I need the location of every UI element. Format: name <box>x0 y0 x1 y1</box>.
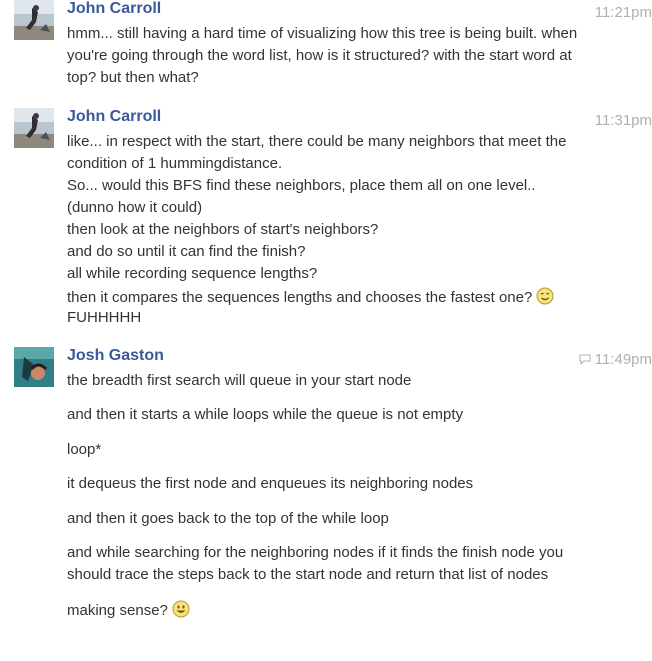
message-text: making sense? <box>67 602 168 619</box>
sender-name[interactable]: John Carroll <box>67 108 161 126</box>
message-line: top? but then what? <box>67 69 199 86</box>
message-line: So... would this BFS find these neighbor… <box>67 177 536 194</box>
message-line: and while searching for the neighboring … <box>67 544 564 561</box>
sender-name[interactable]: Josh Gaston <box>67 347 164 365</box>
avatar[interactable] <box>14 0 54 40</box>
beach-photo-avatar-icon <box>14 0 54 40</box>
message-line-with-emoji: making sense? <box>67 600 190 623</box>
message-line: and then it starts a while loops while t… <box>67 406 464 423</box>
timestamp: 11:31pm <box>594 112 652 129</box>
message-line: hmm... still having a hard time of visua… <box>67 25 578 42</box>
message-line: you're going through the word list, how … <box>67 47 572 64</box>
message-group: Josh Gaston 11:49pm the breadth first se… <box>0 347 652 627</box>
message-line: it dequeus the first node and enqueues i… <box>67 475 474 492</box>
underwater-photo-avatar-icon <box>14 347 54 387</box>
message-line: (dunno how it could) <box>67 199 203 216</box>
smile-emoji-icon <box>172 600 190 623</box>
message-group: John Carroll 11:31pm like... in respect … <box>0 108 652 328</box>
seen-speech-bubble-icon <box>579 352 591 370</box>
timestamp: 11:21pm <box>594 4 652 21</box>
message-group: John Carroll 11:21pm hmm... still having… <box>0 0 652 92</box>
message-line: like... in respect with the start, there… <box>67 133 567 150</box>
timestamp: 11:49pm <box>579 351 652 370</box>
timestamp-text: 11:49pm <box>594 351 652 368</box>
avatar[interactable] <box>14 347 54 387</box>
message-line: condition of 1 hummingdistance. <box>67 155 283 172</box>
message-line: and then it goes back to the top of the … <box>67 510 389 527</box>
smirk-emoji-icon <box>536 287 554 310</box>
message-line: should trace the steps back to the start… <box>67 566 549 583</box>
message-line: the breadth first search will queue in y… <box>67 372 412 389</box>
message-line: then look at the neighbors of start's ne… <box>67 221 379 238</box>
message-line: all while recording sequence lengths? <box>67 265 318 282</box>
message-text: then it compares the sequences lengths a… <box>67 289 533 306</box>
message-line: loop* <box>67 441 102 458</box>
beach-photo-avatar-icon <box>14 108 54 148</box>
sender-name[interactable]: John Carroll <box>67 0 161 18</box>
avatar[interactable] <box>14 108 54 148</box>
message-line: FUHHHHH <box>67 309 142 326</box>
message-line-with-emoji: then it compares the sequences lengths a… <box>67 287 554 310</box>
message-line: and do so until it can find the finish? <box>67 243 306 260</box>
